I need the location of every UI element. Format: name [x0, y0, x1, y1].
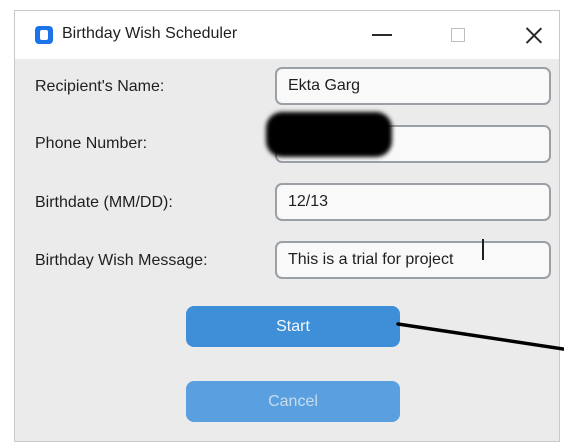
cancel-button[interactable]: Cancel	[186, 381, 400, 422]
birthdate-label: Birthdate (MM/DD):	[35, 194, 173, 211]
redaction-mark	[266, 112, 392, 157]
birthdate-input[interactable]	[275, 183, 551, 221]
birthday-message-input[interactable]	[275, 241, 551, 279]
close-button[interactable]	[507, 11, 559, 59]
app-icon	[35, 26, 53, 44]
maximize-button[interactable]	[431, 11, 485, 59]
minimize-button[interactable]	[355, 11, 409, 59]
birthday-message-label: Birthday Wish Message:	[35, 252, 208, 269]
minimize-icon	[372, 34, 392, 36]
recipient-name-input[interactable]	[275, 67, 551, 105]
window-title: Birthday Wish Scheduler	[62, 25, 238, 42]
start-button[interactable]: Start	[186, 306, 400, 347]
title-bar[interactable]: Birthday Wish Scheduler	[15, 11, 559, 59]
recipient-name-label: Recipient's Name:	[35, 78, 165, 95]
maximize-icon	[451, 28, 465, 42]
close-icon	[525, 26, 543, 44]
text-cursor	[482, 239, 484, 260]
phone-number-label: Phone Number:	[35, 135, 148, 152]
